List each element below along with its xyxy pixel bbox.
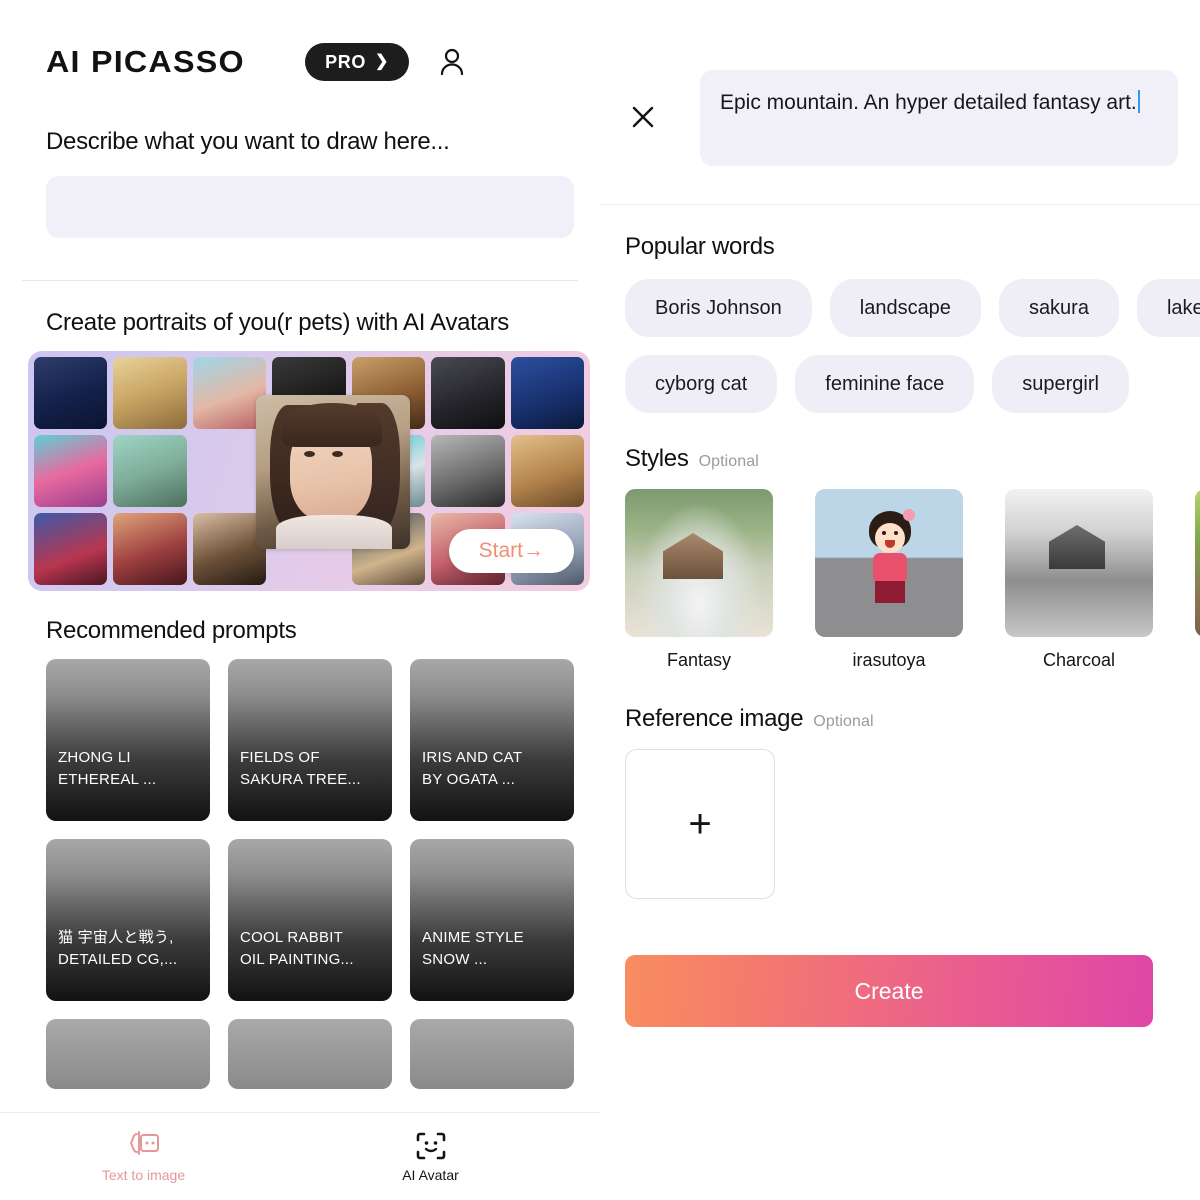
recommended-prompt-label: FIELDS OF SAKURA TREE... (240, 749, 361, 788)
avatar-start-button[interactable]: Start→ (448, 529, 574, 573)
popular-word-chip[interactable]: landscape (829, 279, 981, 337)
avatar-tile (34, 357, 108, 429)
style-label: 3D (1195, 650, 1200, 671)
app-logo: AI PICASSO (46, 44, 245, 79)
styles-list: Fantasy irasutoya Charcoal (625, 489, 1200, 671)
style-thumbnail (1005, 489, 1153, 637)
prompt-text: Epic mountain. An hyper detailed fantasy… (720, 91, 1137, 114)
text-cursor (1137, 90, 1140, 113)
styles-title: Styles (625, 445, 689, 472)
left-panel: AI PICASSO PRO ❯ Describe what you want … (0, 0, 600, 1200)
avatar-tile (431, 435, 505, 507)
style-thumbnail (1195, 489, 1200, 637)
prompt-editor-bar: Epic mountain. An hyper detailed fantasy… (600, 0, 1200, 166)
style-option-fantasy[interactable]: Fantasy (625, 489, 773, 671)
app-root: AI PICASSO PRO ❯ Describe what you want … (0, 0, 1200, 1200)
avatar-tile (113, 357, 187, 429)
popular-word-chip[interactable]: feminine face (795, 355, 975, 413)
style-option-charcoal[interactable]: Charcoal (1005, 489, 1153, 671)
avatar-tile (34, 513, 108, 585)
popular-words-row-1: Boris Johnson landscape sakura lake (625, 279, 1200, 337)
styles-header: Styles Optional (625, 445, 1200, 473)
chevron-right-icon: ❯ (374, 53, 389, 70)
avatar-tile (510, 435, 584, 507)
recommended-prompts-title: Recommended prompts (46, 617, 297, 644)
nav-tab-ai-avatar[interactable]: AI Avatar (287, 1131, 574, 1183)
recommended-prompt-card[interactable]: ZHONG LI ETHEREAL ... (46, 659, 210, 821)
close-icon[interactable] (622, 96, 664, 138)
recommended-prompts-grid: ZHONG LI ETHEREAL ... FIELDS OF SAKURA T… (46, 659, 574, 1089)
recommended-prompt-label: IRIS AND CAT BY OGATA ... (422, 749, 523, 788)
style-thumbnail (625, 489, 773, 637)
style-label: Fantasy (666, 650, 732, 670)
ai-avatars-banner[interactable]: Start→ (28, 351, 590, 591)
reference-optional-label: Optional (813, 713, 874, 730)
editor-divider (600, 204, 1200, 205)
create-button[interactable]: Create (625, 955, 1153, 1027)
describe-title: Describe what you want to draw here... (46, 128, 450, 155)
face-scan-icon (416, 1132, 445, 1159)
nav-label-ai-avatar: AI Avatar (402, 1166, 459, 1183)
add-reference-image-button[interactable]: + (625, 749, 775, 899)
avatar-banner-title: Create portraits of you(r pets) with AI … (46, 309, 509, 336)
app-header: AI PICASSO PRO ❯ (0, 0, 600, 84)
style-option-3d[interactable]: 3D (1195, 489, 1200, 671)
popular-word-chip[interactable]: cyborg cat (625, 355, 778, 413)
prompt-input-left[interactable] (46, 176, 574, 238)
recommended-prompt-card[interactable]: IRIS AND CAT BY OGATA ... (410, 659, 574, 821)
style-label: Charcoal (1042, 650, 1116, 670)
text-to-image-icon (129, 1130, 159, 1155)
style-thumbnail (815, 489, 963, 637)
recommended-prompt-label: ZHONG LI ETHEREAL ... (58, 749, 157, 788)
avatar-hero-photo (256, 395, 410, 549)
styles-optional-label: Optional (698, 453, 759, 470)
recommended-prompt-label: COOL RABBIT OIL PAINTING... (240, 929, 354, 968)
style-label: irasutoya (852, 650, 926, 670)
recommended-prompt-card[interactable]: 猫 宇宙人と戦う, DETAILED CG,... (46, 839, 210, 1001)
prompt-input-right[interactable]: Epic mountain. An hyper detailed fantasy… (700, 70, 1178, 166)
popular-word-chip[interactable]: sakura (998, 279, 1119, 337)
style-option-irasutoya[interactable]: irasutoya (815, 489, 963, 671)
section-divider (22, 280, 578, 281)
popular-word-chip[interactable]: lake (1136, 279, 1200, 337)
avatar-tile (431, 357, 505, 429)
popular-word-chip[interactable]: Boris Johnson (625, 279, 812, 337)
recommended-prompt-card[interactable] (410, 1019, 574, 1089)
nav-tab-text-to-image[interactable]: Text to image (0, 1130, 287, 1183)
popular-word-chip[interactable]: supergirl (992, 355, 1129, 413)
pro-label: PRO (325, 51, 366, 72)
right-panel: Epic mountain. An hyper detailed fantasy… (600, 0, 1200, 1200)
bottom-navigation: Text to image AI Avatar (0, 1112, 600, 1200)
reference-image-header: Reference image Optional (625, 705, 1200, 733)
popular-words-title: Popular words (625, 233, 775, 260)
avatar-tile (113, 435, 187, 507)
avatar-tile (510, 357, 584, 429)
nav-label-text-to-image: Text to image (101, 1166, 186, 1183)
recommended-prompt-card[interactable]: ANIME STYLE SNOW ... (410, 839, 574, 1001)
recommended-prompt-card[interactable]: FIELDS OF SAKURA TREE... (228, 659, 392, 821)
recommended-prompt-card[interactable]: COOL RABBIT OIL PAINTING... (228, 839, 392, 1001)
recommended-prompt-card[interactable] (46, 1019, 210, 1089)
reference-image-title: Reference image (625, 705, 804, 732)
recommended-prompt-card[interactable] (228, 1019, 392, 1089)
person-icon[interactable] (437, 46, 467, 78)
pro-upgrade-button[interactable]: PRO ❯ (305, 43, 409, 81)
plus-icon: + (688, 802, 712, 846)
recommended-prompt-label: 猫 宇宙人と戦う, DETAILED CG,... (58, 929, 178, 968)
avatar-tile (113, 513, 187, 585)
avatar-tile (34, 435, 108, 507)
popular-words-row-2: cyborg cat feminine face supergirl (625, 355, 1200, 413)
recommended-prompt-label: ANIME STYLE SNOW ... (422, 929, 524, 968)
